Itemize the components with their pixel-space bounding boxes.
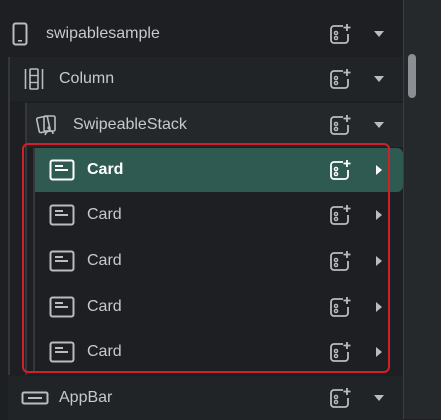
add-widget-icon[interactable] [328, 22, 352, 46]
chevron-right-icon[interactable] [373, 255, 385, 267]
tree-item-label: Column [59, 70, 115, 87]
indent-guide [33, 148, 35, 373]
card-icon [49, 157, 75, 183]
tree-item-label: Card [87, 252, 122, 269]
chevron-right-icon[interactable] [373, 164, 385, 176]
chevron-down-icon[interactable] [373, 119, 385, 131]
tree-item-label: SwipeableStack [73, 116, 187, 133]
tree-item-label: Card [87, 343, 122, 360]
indent-guide [25, 103, 27, 375]
card-icon [49, 294, 75, 320]
add-widget-icon[interactable] [328, 113, 352, 137]
add-widget-icon[interactable] [328, 340, 352, 364]
column-icon [24, 66, 44, 92]
add-widget-icon[interactable] [328, 67, 352, 91]
tree-item-appbar[interactable]: AppBar [8, 376, 403, 420]
tree-item-label: Card [87, 161, 124, 178]
tree-item-label: AppBar [59, 389, 113, 406]
tree-item-label: Card [87, 206, 122, 223]
tree-item-swipablesample[interactable]: swipablesample [0, 12, 403, 56]
chevron-down-icon[interactable] [373, 28, 385, 40]
add-widget-icon[interactable] [328, 249, 352, 273]
tree-item-card[interactable]: Card [33, 148, 403, 192]
chevron-right-icon[interactable] [373, 301, 385, 313]
card-icon [49, 202, 75, 228]
tree-item-swipeablestack[interactable]: SwipeableStack [25, 103, 403, 147]
add-widget-icon[interactable] [328, 158, 352, 182]
add-widget-icon[interactable] [328, 203, 352, 227]
divider [403, 0, 404, 419]
tree-item-column[interactable]: Column [8, 57, 403, 101]
widget-tree: swipablesample Column SwipeableStack Car… [0, 0, 403, 420]
tree-item-card[interactable]: Card [33, 239, 403, 283]
indent-guide [8, 57, 10, 375]
chevron-down-icon[interactable] [373, 73, 385, 85]
tree-item-card[interactable]: Card [33, 193, 403, 237]
swipeable-stack-icon [35, 112, 59, 138]
tree-item-label: swipablesample [46, 25, 160, 42]
add-widget-icon[interactable] [328, 386, 352, 410]
phone-icon [8, 21, 32, 47]
tree-item-label: Card [87, 298, 122, 315]
tree-item-card[interactable]: Card [33, 285, 403, 329]
card-icon [49, 339, 75, 365]
chevron-right-icon[interactable] [373, 346, 385, 358]
appbar-icon [20, 385, 50, 411]
chevron-down-icon[interactable] [373, 392, 385, 404]
card-icon [49, 248, 75, 274]
add-widget-icon[interactable] [328, 295, 352, 319]
chevron-right-icon[interactable] [373, 209, 385, 221]
tree-item-card[interactable]: Card [33, 330, 403, 374]
scrollbar-thumb[interactable] [408, 54, 416, 98]
